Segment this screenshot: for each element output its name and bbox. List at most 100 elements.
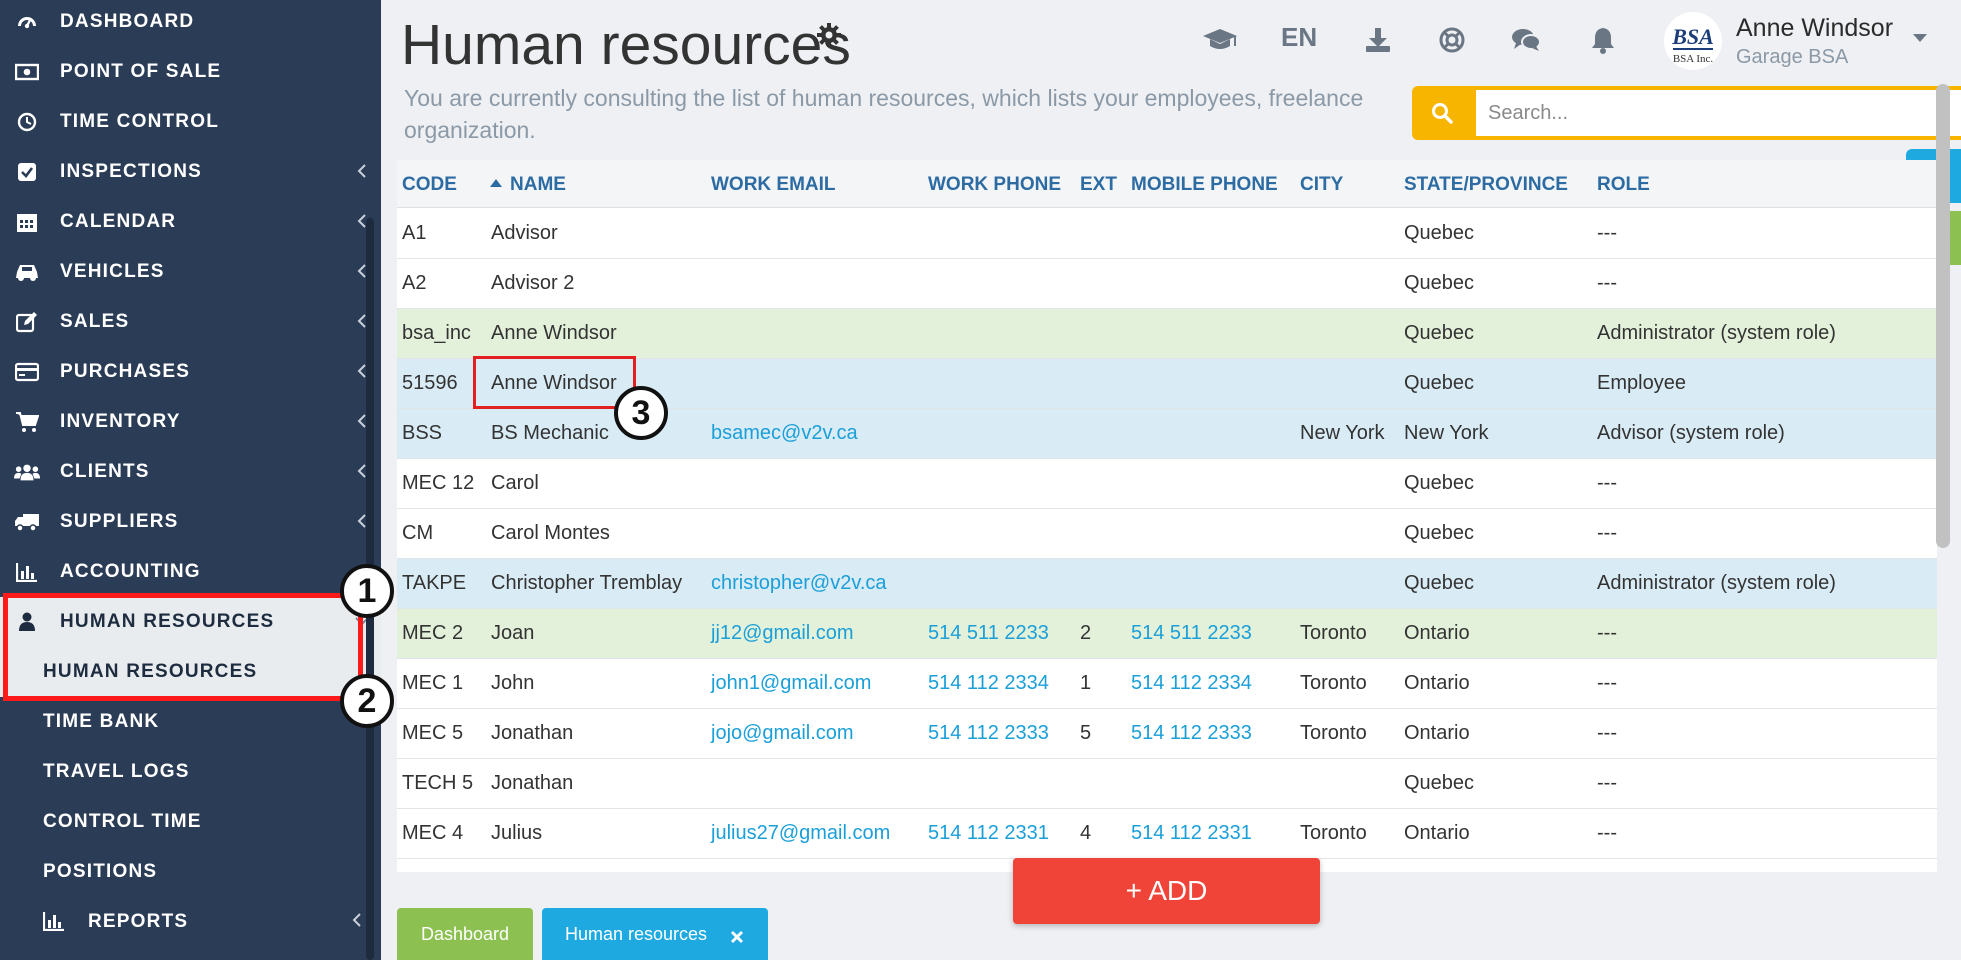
sidebar-item-purchases[interactable]: PURCHASES xyxy=(0,347,381,397)
cell-code: CM xyxy=(402,522,434,544)
table-row[interactable]: MEC 4 Julius julius27@gmail.com 514 112 233… xyxy=(397,809,1937,859)
column-header-mobile-phone[interactable]: MOBILE PHONE xyxy=(1131,174,1278,196)
table-row[interactable]: MEC 5 Jonathan jojo@gmail.com 514 112 2333 5… xyxy=(397,709,1937,759)
cell-state-province: Quebec xyxy=(1404,522,1475,544)
cell-work-phone[interactable]: 514 112 2334 xyxy=(928,672,1049,695)
column-header-city[interactable]: CITY xyxy=(1300,174,1343,196)
sidebar-item-suppliers[interactable]: SUPPLIERS xyxy=(0,497,381,547)
table-row[interactable]: TAKPE Christopher Tremblay christopher@v2v… xyxy=(397,559,1937,609)
search-input[interactable] xyxy=(1476,90,1961,136)
table-row[interactable]: TECH 5 Jonathan Quebec --- xyxy=(397,759,1937,809)
cell-mobile-phone[interactable]: 514 112 2334 xyxy=(1131,672,1252,695)
cell-role: Employee xyxy=(1597,372,1686,394)
search-bar xyxy=(1412,86,1961,140)
column-header-ext[interactable]: EXT xyxy=(1080,174,1117,196)
sidebar-item-sales[interactable]: SALES xyxy=(0,297,381,347)
cell-work-email[interactable]: christopher@v2v.ca xyxy=(711,572,887,595)
money-icon xyxy=(14,59,40,85)
column-header-role[interactable]: ROLE xyxy=(1597,174,1650,196)
column-header-code[interactable]: CODE xyxy=(402,174,457,196)
table-scrollbar[interactable] xyxy=(1936,84,1950,548)
cell-code: bsa_inc xyxy=(402,322,471,344)
sidebar-subitem-control-time[interactable]: CONTROL TIME xyxy=(0,797,381,847)
tab-human-resources[interactable]: Human resources xyxy=(542,908,768,960)
annotation-marker-1: 1 xyxy=(340,564,394,618)
sidebar-subitem-time-bank[interactable]: TIME BANK xyxy=(0,697,381,747)
table-row[interactable]: bsa_inc Anne Windsor Quebec Administrator (… xyxy=(397,309,1937,359)
cell-work-phone[interactable]: 514 112 2331 xyxy=(928,822,1049,845)
table-row[interactable]: MEC 12 Carol Quebec --- xyxy=(397,459,1937,509)
page-title: Human resources xyxy=(401,13,851,77)
column-header-name[interactable]: NAME xyxy=(490,174,566,196)
sidebar-item-inventory[interactable]: INVENTORY xyxy=(0,397,381,447)
cell-city: Toronto xyxy=(1300,672,1367,694)
sidebar-item-accounting[interactable]: ACCOUNTING xyxy=(0,547,381,597)
users-icon xyxy=(14,459,40,485)
lifebuoy-icon[interactable] xyxy=(1432,20,1472,60)
cell-role: --- xyxy=(1597,222,1617,244)
car-icon xyxy=(14,259,40,285)
table-row[interactable]: CM Carol Montes Quebec --- xyxy=(397,509,1937,559)
table-row[interactable]: A1 Advisor Quebec --- xyxy=(397,209,1937,259)
add-button[interactable]: + ADD xyxy=(1013,858,1320,924)
annotation-highlight-box xyxy=(3,593,363,701)
cell-state-province: Quebec xyxy=(1404,572,1475,594)
download-icon[interactable] xyxy=(1358,20,1398,60)
cell-work-email[interactable]: john1@gmail.com xyxy=(711,672,871,695)
tab-dashboard[interactable]: Dashboard xyxy=(397,908,533,960)
cell-work-email[interactable]: julius27@gmail.com xyxy=(711,822,890,845)
sidebar-item-time-control[interactable]: TIME CONTROL xyxy=(0,97,381,147)
language-selector[interactable]: EN xyxy=(1281,22,1317,53)
sidebar-item-label: TIME CONTROL xyxy=(60,111,219,132)
chevron-left-icon xyxy=(352,161,372,181)
cell-role: --- xyxy=(1597,622,1617,644)
cell-work-email[interactable]: jojo@gmail.com xyxy=(711,722,854,745)
sidebar-item-inspections[interactable]: INSPECTIONS xyxy=(0,147,381,197)
sidebar-item-vehicles[interactable]: VEHICLES xyxy=(0,247,381,297)
cell-code: 51596 xyxy=(402,372,458,394)
cell-city: New York xyxy=(1300,422,1385,444)
cell-mobile-phone[interactable]: 514 112 2333 xyxy=(1131,722,1252,745)
graduation-cap-icon[interactable] xyxy=(1200,20,1240,60)
gear-icon[interactable] xyxy=(816,22,842,48)
cell-mobile-phone[interactable]: 514 511 2233 xyxy=(1131,622,1252,645)
cell-code: MEC 2 xyxy=(402,622,464,644)
column-header-state-province[interactable]: STATE/PROVINCE xyxy=(1404,174,1568,196)
table-row[interactable]: MEC 2 Joan jj12@gmail.com 514 511 2233 2 514 … xyxy=(397,609,1937,659)
cell-role: --- xyxy=(1597,822,1617,844)
cell-work-email[interactable]: jj12@gmail.com xyxy=(711,622,854,645)
cell-work-phone[interactable]: 514 112 2333 xyxy=(928,722,1049,745)
cell-code: MEC 5 xyxy=(402,722,464,744)
sidebar-subitem-positions[interactable]: POSITIONS xyxy=(0,847,381,897)
cell-role: --- xyxy=(1597,672,1617,694)
table-header: CODE NAME WORK EMAIL WORK PHONE EXT MOBI… xyxy=(397,160,1937,208)
cell-work-email[interactable]: bsamec@v2v.ca xyxy=(711,422,858,445)
cell-city: Toronto xyxy=(1300,822,1367,844)
table-row[interactable]: A2 Advisor 2 Quebec --- xyxy=(397,259,1937,309)
avatar[interactable]: BSA BSA Inc. xyxy=(1664,12,1722,70)
user-name[interactable]: Anne Windsor xyxy=(1736,14,1893,43)
sidebar-item-calendar[interactable]: CALENDAR xyxy=(0,197,381,247)
cell-code: TECH 5 xyxy=(402,772,474,794)
sidebar-item-dashboard[interactable]: DASHBOARD xyxy=(0,0,381,47)
column-header-work-phone[interactable]: WORK PHONE xyxy=(928,174,1061,196)
cell-state-province: Quebec xyxy=(1404,372,1475,394)
caret-down-icon[interactable] xyxy=(1912,30,1932,50)
sidebar-item-point-of-sale[interactable]: POINT OF SALE xyxy=(0,47,381,97)
table-row[interactable]: MEC 1 John john1@gmail.com 514 112 2334 1 514… xyxy=(397,659,1937,709)
sidebar-item-clients[interactable]: CLIENTS xyxy=(0,447,381,497)
dashboard-icon xyxy=(14,9,40,35)
close-icon[interactable] xyxy=(730,928,744,949)
sidebar-subitem-travel-logs[interactable]: TRAVEL LOGS xyxy=(0,747,381,797)
cell-code: MEC 4 xyxy=(402,822,464,844)
cell-mobile-phone[interactable]: 514 112 2331 xyxy=(1131,822,1252,845)
chat-icon[interactable] xyxy=(1506,20,1546,60)
cell-work-phone[interactable]: 514 511 2233 xyxy=(928,622,1049,645)
cell-code: BSS xyxy=(402,422,443,444)
edit-icon xyxy=(14,309,40,335)
search-icon[interactable] xyxy=(1412,86,1472,140)
bell-icon[interactable] xyxy=(1583,20,1623,60)
column-header-work-email[interactable]: WORK EMAIL xyxy=(711,174,836,196)
truck-icon xyxy=(14,509,40,535)
sidebar-subitem-reports[interactable]: REPORTS xyxy=(0,897,381,947)
